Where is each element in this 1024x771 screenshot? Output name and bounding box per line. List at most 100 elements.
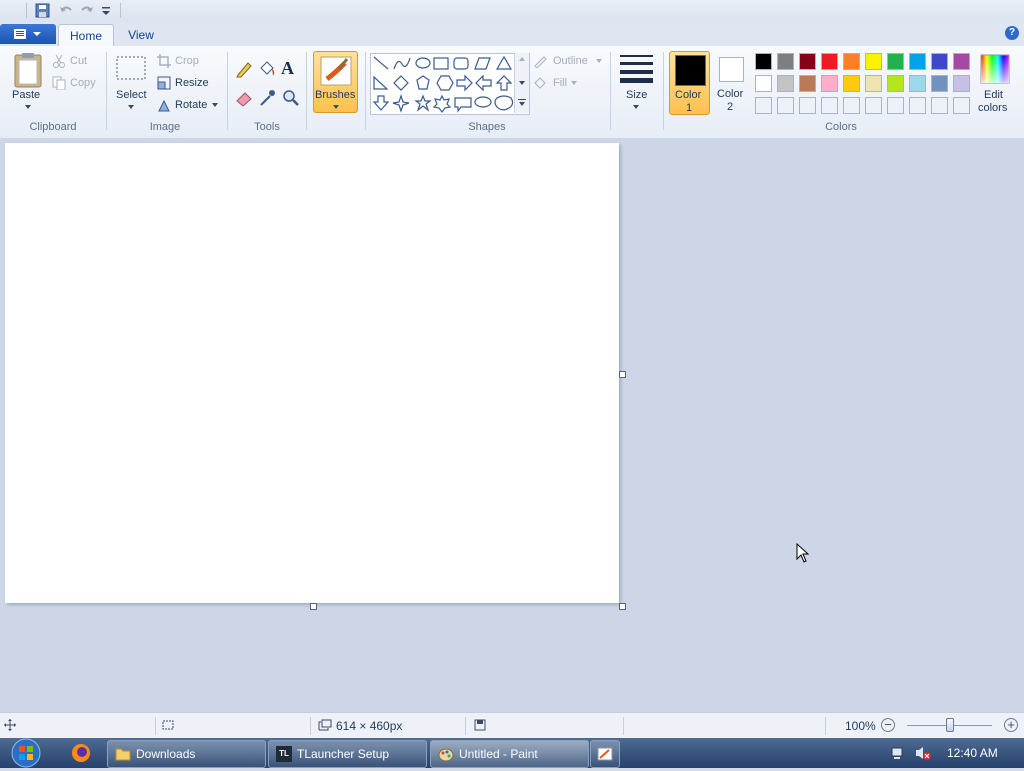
shapes-scrollbar[interactable] [514, 53, 529, 113]
palette-swatch-empty[interactable] [799, 97, 816, 114]
group-label-clipboard: Clipboard [29, 121, 77, 133]
resize-button[interactable]: Resize [157, 75, 213, 91]
rotate-label: Rotate [175, 99, 208, 111]
cut-button[interactable]: Cut [52, 53, 100, 69]
taskbar-item-paint-extra[interactable] [590, 740, 620, 768]
fill-bucket-icon[interactable] [257, 59, 277, 79]
crop-button[interactable]: Crop [157, 53, 207, 69]
palette-swatch[interactable] [887, 75, 904, 92]
cut-label: Cut [70, 55, 88, 67]
text-tool-icon[interactable]: A [281, 58, 301, 78]
palette-swatch-empty[interactable] [865, 97, 882, 114]
drawing-canvas[interactable] [5, 143, 619, 603]
palette-swatch-empty[interactable] [887, 97, 904, 114]
palette-swatch[interactable] [755, 75, 772, 92]
palette-swatch[interactable] [821, 75, 838, 92]
palette-swatch[interactable] [843, 53, 860, 70]
palette-swatch[interactable] [887, 53, 904, 70]
volume-muted-icon[interactable] [914, 745, 932, 761]
palette-swatch-empty[interactable] [755, 97, 772, 114]
palette-swatch[interactable] [777, 53, 794, 70]
palette-swatch[interactable] [953, 75, 970, 92]
palette-swatch[interactable] [799, 75, 816, 92]
fill-button[interactable]: Fill [533, 75, 585, 91]
firefox-icon[interactable] [70, 742, 92, 764]
palette-swatch[interactable] [865, 53, 882, 70]
color1-button[interactable]: Color 1 [669, 51, 710, 115]
quick-access-toolbar [0, 0, 1024, 23]
palette-swatch[interactable] [865, 75, 882, 92]
copy-button[interactable]: Copy [52, 75, 104, 91]
palette-swatch[interactable] [799, 53, 816, 70]
divider [227, 52, 228, 130]
outline-label: Outline [553, 55, 588, 67]
chevron-down-icon[interactable] [100, 3, 116, 18]
outline-button[interactable]: Outline [533, 53, 605, 69]
palette-swatch[interactable] [777, 75, 794, 92]
palette-swatch[interactable] [843, 75, 860, 92]
taskbar-item-downloads[interactable]: Downloads [107, 740, 266, 768]
paint-icon [438, 748, 454, 762]
size-button[interactable]: Size [617, 52, 657, 114]
palette-swatch-empty[interactable] [821, 97, 838, 114]
resize-handle-bottom[interactable] [310, 603, 317, 610]
palette-swatch[interactable] [755, 53, 772, 70]
redo-icon[interactable] [79, 3, 95, 18]
palette-swatch[interactable] [909, 75, 926, 92]
color-picker-icon[interactable] [257, 88, 277, 108]
palette-swatch[interactable] [931, 53, 948, 70]
divider [26, 3, 27, 18]
tab-home[interactable]: Home [58, 24, 114, 47]
start-button[interactable] [6, 738, 46, 768]
resize-handle-right[interactable] [619, 371, 626, 378]
group-label-tools: Tools [254, 121, 280, 133]
zoom-in-button[interactable]: + [1004, 718, 1018, 732]
plus-icon: + [1007, 717, 1015, 732]
edit-colors-button[interactable]: Edit colors [977, 52, 1017, 114]
brushes-button[interactable]: Brushes [313, 51, 358, 113]
palette-swatch[interactable] [931, 75, 948, 92]
network-icon[interactable] [890, 745, 906, 761]
zoom-slider-thumb[interactable] [946, 718, 954, 732]
group-label-shapes: Shapes [468, 121, 506, 133]
paint-menu-button[interactable] [0, 24, 56, 44]
chevron-down-icon [212, 103, 218, 107]
shapes-gallery[interactable] [370, 53, 530, 115]
color2-button[interactable]: Color 2 [713, 51, 751, 115]
clipboard-icon [14, 53, 42, 88]
group-label-image: Image [149, 121, 181, 133]
divider [825, 717, 826, 735]
pencil-icon[interactable] [234, 59, 254, 79]
canvas-size-readout: 614 × 460px [336, 719, 403, 733]
taskbar-item-paint[interactable]: Untitled - Paint [430, 740, 589, 768]
resize-handle-corner[interactable] [619, 603, 626, 610]
tab-view[interactable]: View [116, 24, 166, 46]
zoom-out-button[interactable]: − [881, 718, 895, 732]
palette-swatch[interactable] [821, 53, 838, 70]
menu-icon [14, 29, 41, 39]
save-icon[interactable] [35, 3, 51, 18]
help-icon[interactable]: ? [1005, 26, 1019, 40]
undo-icon[interactable] [58, 3, 74, 18]
rotate-button[interactable]: Rotate [157, 97, 221, 113]
divider [623, 717, 624, 735]
crop-label: Crop [175, 55, 199, 67]
scissors-icon [53, 54, 65, 68]
brush-icon [320, 56, 352, 86]
paste-label: Paste [12, 89, 41, 101]
taskbar-clock[interactable]: 12:40 AM [947, 746, 998, 760]
palette-swatch-empty[interactable] [931, 97, 948, 114]
palette-swatch[interactable] [953, 53, 970, 70]
palette-swatch-empty[interactable] [953, 97, 970, 114]
eraser-icon[interactable] [234, 88, 254, 108]
palette-swatch-empty[interactable] [909, 97, 926, 114]
palette-swatch-empty[interactable] [843, 97, 860, 114]
magnifier-icon[interactable] [281, 88, 301, 108]
paste-button[interactable]: Paste [8, 52, 48, 114]
divider [663, 52, 664, 130]
copy-icon [52, 76, 66, 90]
taskbar-item-tlauncher[interactable]: TL TLauncher Setup [268, 740, 427, 768]
select-button[interactable]: Select [113, 54, 149, 114]
palette-swatch[interactable] [909, 53, 926, 70]
palette-swatch-empty[interactable] [777, 97, 794, 114]
